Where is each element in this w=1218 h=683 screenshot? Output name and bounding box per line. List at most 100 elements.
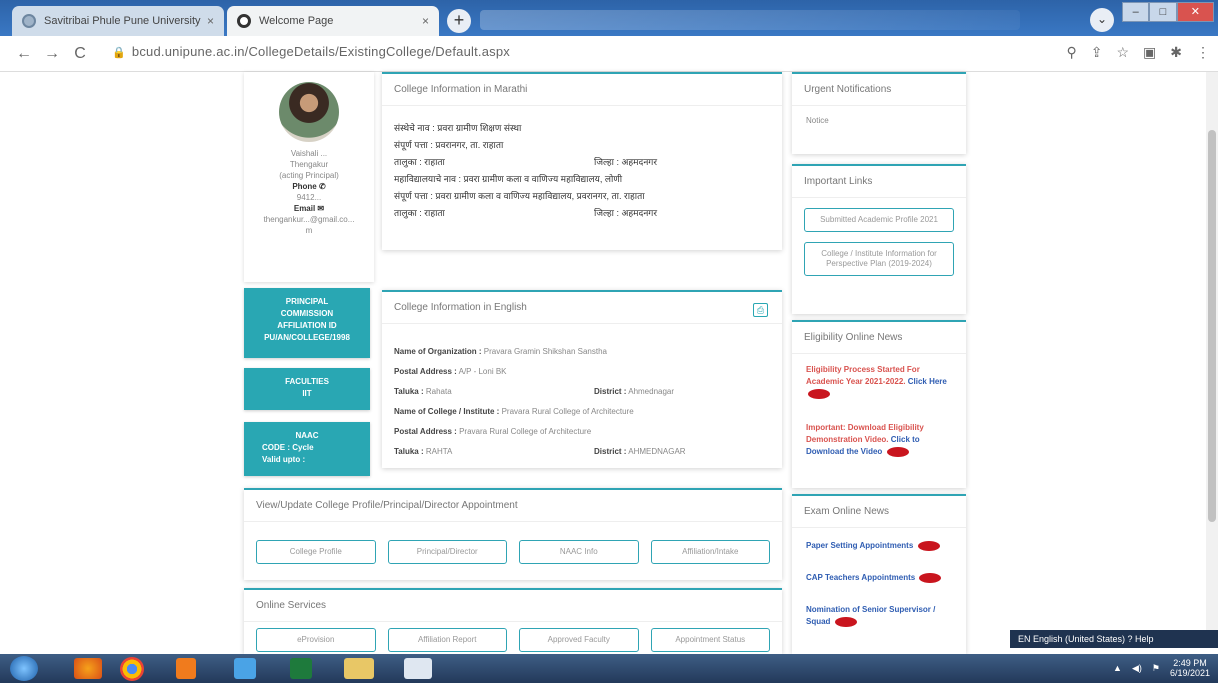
news-item[interactable]: CAP Teachers Appointments	[792, 552, 966, 584]
zoom-icon[interactable]: ⚲	[1066, 44, 1076, 61]
card-title: College Information in English	[382, 292, 782, 324]
marathi-district: जिल्हा : अहमदनगर	[594, 157, 658, 167]
marathi-line: संपूर्ण पत्ता : प्रवरानगर, ता. राहाता	[394, 140, 504, 150]
globe-favicon-icon	[237, 14, 251, 28]
card-title: Online Services	[244, 590, 782, 622]
info-row: Postal Address : Pravara Rural College o…	[394, 422, 770, 442]
box-line: CODE : Cycle	[262, 443, 314, 452]
card-title: Eligibility Online News	[792, 322, 966, 354]
news-item[interactable]: Paper Setting Appointments	[792, 528, 966, 552]
marathi-taluka: तालुका : राहाता	[394, 157, 445, 167]
marathi-taluka: तालुका : राहाता	[394, 208, 445, 218]
excel-icon[interactable]	[290, 658, 312, 679]
info-row: Postal Address : A/P - Loni BK	[394, 362, 770, 382]
marathi-line: महाविद्यालयाचे नाव : प्रवरा ग्रामीण कला …	[394, 174, 623, 184]
flag-icon[interactable]: ⚑	[1152, 663, 1160, 674]
view-update-card: View/Update College Profile/Principal/Di…	[244, 488, 782, 580]
box-line: NAAC	[295, 431, 319, 440]
box-line: PRINCIPAL	[285, 297, 329, 306]
perspective-plan-link[interactable]: College / Institute Information for Pers…	[804, 242, 954, 276]
info-value: Rahata	[425, 387, 452, 396]
media-player-icon[interactable]	[176, 658, 196, 679]
url-field[interactable]: 🔒 bcud.unipune.ac.in/CollegeDetails/Exist…	[112, 44, 510, 59]
extension-icon[interactable]: ✱	[1170, 44, 1182, 61]
reload-button[interactable]: C	[66, 45, 94, 63]
card-title: Exam Online News	[792, 496, 966, 528]
profile-down-icon[interactable]: ⌄	[1090, 8, 1114, 32]
info-label: Postal Address :	[394, 367, 457, 376]
language-bar[interactable]: EN English (United States) ? Help	[1010, 630, 1218, 648]
affiliation-intake-button[interactable]: Affiliation/Intake	[650, 540, 770, 564]
box-line: IIT	[302, 389, 312, 398]
windows-taskbar: ▲ ◀) ⚑ 2:49 PM 6/19/2021	[0, 654, 1218, 683]
news-link[interactable]: Nomination of Senior Supervisor / Squad	[806, 605, 935, 626]
academic-profile-link[interactable]: Submitted Academic Profile 2021	[804, 208, 954, 232]
news-link[interactable]: Click Here	[908, 377, 947, 386]
service-button[interactable]: Approved Faculty	[519, 628, 639, 652]
new-tab-button[interactable]: +	[447, 9, 471, 33]
volume-icon[interactable]: ◀)	[1132, 663, 1142, 674]
scrollbar-thumb[interactable]	[1208, 130, 1216, 522]
page-scrollbar[interactable]	[1206, 72, 1218, 632]
principal-director-button[interactable]: Principal/Director	[387, 540, 507, 564]
tab-welcome[interactable]: Welcome Page ×	[227, 6, 439, 36]
info-value: Pravara Gramin Shikshan Sanstha	[483, 347, 607, 356]
forward-button[interactable]: →	[38, 45, 66, 63]
card-title: College Information in Marathi	[382, 74, 782, 106]
info-row: Name of College / Institute : Pravara Ru…	[394, 402, 770, 422]
card-title: Urgent Notifications	[792, 74, 966, 106]
bookmark-star-icon[interactable]: ☆	[1116, 44, 1129, 61]
tab-university[interactable]: Savitribai Phule Pune University ×	[12, 6, 224, 36]
news-item: Important: Download Eligibility Demonstr…	[792, 400, 966, 458]
exam-news-card: Exam Online News Paper Setting Appointme…	[792, 494, 966, 654]
box-line: AFFILIATION ID	[277, 321, 337, 330]
marathi-district: जिल्हा : अहमदनगर	[594, 208, 658, 218]
close-window-button[interactable]: ✕	[1176, 2, 1214, 22]
phone-value: 9412...	[296, 193, 322, 202]
phone-label: Phone ✆	[292, 182, 326, 191]
new-badge-icon	[886, 446, 909, 457]
share-icon[interactable]: ⇪	[1091, 44, 1103, 61]
clock-date: 6/19/2021	[1169, 668, 1210, 678]
news-link[interactable]: CAP Teachers Appointments	[806, 573, 915, 582]
online-services-card: Online Services eProvision Affiliation R…	[244, 588, 782, 654]
new-badge-icon	[808, 388, 830, 399]
browser-tab-bar: Savitribai Phule Pune University × Welco…	[0, 0, 1218, 36]
tab-close-icon[interactable]: ×	[207, 14, 214, 28]
firefox-icon[interactable]	[74, 658, 102, 679]
email-value-tail: m	[305, 226, 313, 235]
info-label: Taluka :	[394, 447, 424, 456]
info-label: Postal Address :	[394, 427, 457, 436]
app-window-icon[interactable]	[404, 658, 432, 679]
service-button[interactable]: eProvision	[256, 628, 376, 652]
tab-search-icon[interactable]: ▣	[1143, 44, 1156, 61]
network-icon[interactable]: ▲	[1113, 663, 1122, 673]
start-button[interactable]	[10, 656, 38, 681]
marathi-line: संस्थेचे नाव : प्रवरा ग्रामीण शिक्षण संस…	[394, 123, 522, 133]
service-button[interactable]: Affiliation Report	[387, 628, 507, 652]
url-text: bcud.unipune.ac.in/CollegeDetails/Existi…	[131, 44, 510, 59]
principal-profile-card: Vaishali ... Thengakur (acting Principal…	[244, 72, 374, 282]
chrome-icon[interactable]	[120, 657, 144, 681]
service-button[interactable]: Appointment Status	[650, 628, 770, 652]
marathi-row: तालुका : राहाता जिल्हा : अहमदनगर	[394, 205, 770, 222]
folder-icon[interactable]	[344, 658, 374, 679]
print-icon[interactable]: ⎙	[753, 303, 768, 317]
maximize-button[interactable]: □	[1149, 2, 1177, 22]
news-link[interactable]: Paper Setting Appointments	[806, 541, 913, 550]
clock[interactable]: 2:49 PM 6/19/2021	[1170, 658, 1210, 678]
back-button[interactable]: ←	[10, 45, 38, 63]
card-title: Important Links	[792, 166, 966, 198]
internet-explorer-icon[interactable]	[234, 658, 256, 679]
window-controls: – □ ✕	[1122, 2, 1214, 22]
naac-info-button[interactable]: NAAC Info	[519, 540, 639, 564]
info-value: Pravara Rural College of Architecture	[459, 427, 592, 436]
naac-box: NAAC CODE : Cycle Valid upto :	[244, 422, 370, 476]
tab-title: Savitribai Phule Pune University	[44, 15, 201, 27]
college-profile-button[interactable]: College Profile	[256, 540, 376, 564]
minimize-button[interactable]: –	[1122, 2, 1150, 22]
tab-close-icon[interactable]: ×	[422, 14, 429, 28]
news-item[interactable]: Nomination of Senior Supervisor / Squad	[792, 584, 966, 628]
university-favicon-icon	[22, 14, 36, 28]
menu-icon[interactable]: ⋮	[1196, 44, 1210, 61]
